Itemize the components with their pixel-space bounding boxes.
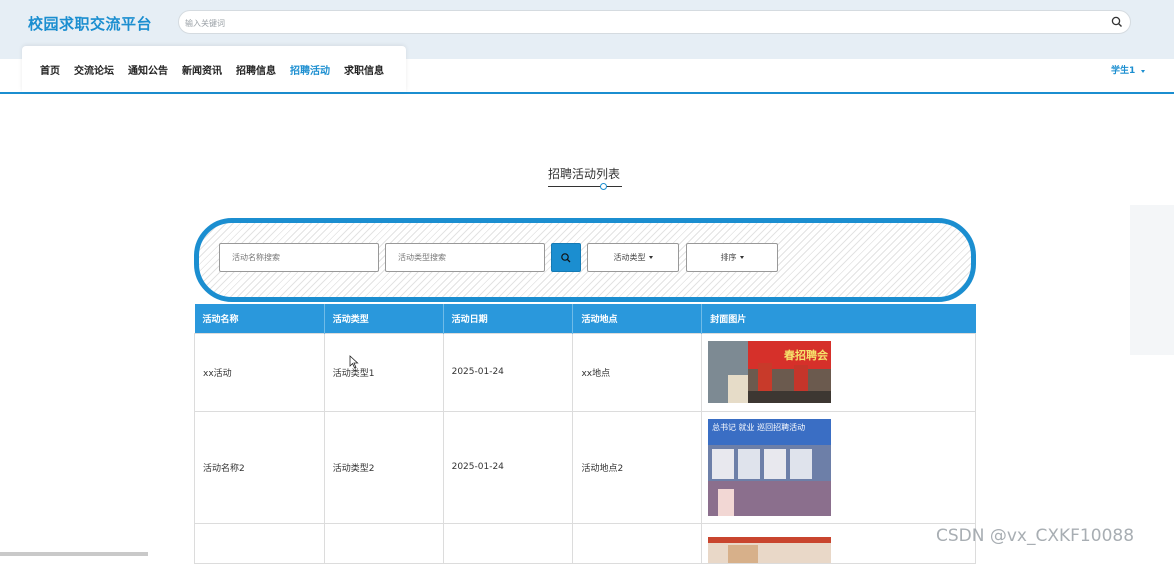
column-header[interactable]: 活动名称 bbox=[194, 304, 325, 333]
scroll-area bbox=[1130, 205, 1174, 355]
main-nav: 首页 交流论坛 通知公告 新闻资讯 招聘信息 招聘活动 求职信息 bbox=[22, 46, 406, 92]
sort-dropdown[interactable]: 排序 bbox=[686, 243, 778, 272]
column-header[interactable]: 活动类型 bbox=[324, 304, 444, 333]
column-header[interactable]: 活动地点 bbox=[572, 304, 703, 333]
nav-item-notices[interactable]: 通知公告 bbox=[128, 62, 168, 77]
title-underline bbox=[548, 186, 622, 187]
table-row[interactable] bbox=[194, 522, 976, 564]
cell-activity-place bbox=[572, 522, 703, 564]
nav-item-home[interactable]: 首页 bbox=[40, 62, 60, 77]
chevron-down-icon bbox=[1141, 70, 1146, 73]
site-title[interactable]: 校园求职交流平台 bbox=[28, 13, 152, 34]
global-search-input[interactable] bbox=[185, 12, 1085, 35]
cell-activity-name[interactable] bbox=[194, 522, 325, 564]
cell-activity-name[interactable]: xx活动 bbox=[194, 332, 325, 412]
table-header-row: 活动名称 活动类型 活动日期 活动地点 封面图片 bbox=[194, 304, 976, 333]
cover-image-campus-recruitment[interactable]: 总书记 就业 巡回招聘活动 bbox=[708, 418, 832, 516]
cover-image-text: 春招聘会 bbox=[784, 348, 829, 362]
nav-item-jobs[interactable]: 招聘信息 bbox=[236, 62, 276, 77]
activity-type-search-input[interactable] bbox=[385, 243, 545, 272]
page-title: 招聘活动列表 bbox=[548, 167, 621, 181]
nav-divider bbox=[0, 92, 1174, 94]
search-icon bbox=[561, 252, 571, 262]
column-header[interactable]: 活动日期 bbox=[443, 304, 574, 333]
table-row[interactable]: xx活动 活动类型1 2025-01-24 xx地点 春招聘会 bbox=[194, 332, 976, 412]
cell-activity-name[interactable]: 活动名称2 bbox=[194, 410, 325, 524]
nav-item-forum[interactable]: 交流论坛 bbox=[74, 62, 114, 77]
cell-activity-type bbox=[323, 522, 444, 564]
cell-cover-image: 总书记 就业 巡回招聘活动 bbox=[701, 410, 976, 524]
activity-type-dropdown[interactable]: 活动类型 bbox=[587, 243, 679, 272]
cell-activity-type: 活动类型2 bbox=[323, 410, 444, 524]
horizontal-scrollbar[interactable] bbox=[0, 552, 148, 556]
filter-search-button[interactable] bbox=[551, 243, 581, 272]
cell-activity-place: 活动地点2 bbox=[572, 410, 703, 524]
column-header[interactable]: 封面图片 bbox=[701, 304, 976, 333]
user-name: 学生1 bbox=[1111, 66, 1136, 76]
cover-image-partial[interactable] bbox=[708, 536, 832, 563]
title-dot bbox=[600, 183, 607, 190]
user-menu[interactable]: 学生1 bbox=[1111, 63, 1146, 76]
activity-table: 活动名称 活动类型 活动日期 活动地点 封面图片 xx活动 活动类型1 2025… bbox=[194, 304, 976, 564]
global-search bbox=[178, 10, 1131, 35]
cell-activity-date: 2025-01-24 bbox=[442, 332, 574, 412]
cell-cover-image: 春招聘会 bbox=[701, 332, 976, 412]
sort-dropdown-label: 排序 bbox=[720, 253, 737, 262]
activity-type-dropdown-label: 活动类型 bbox=[613, 253, 646, 262]
table-row[interactable]: 活动名称2 活动类型2 2025-01-24 活动地点2 总书记 就业 巡回招聘… bbox=[194, 410, 976, 524]
cell-activity-date: 2025-01-24 bbox=[442, 410, 574, 524]
activity-name-search-input[interactable] bbox=[219, 243, 379, 272]
cell-cover-image bbox=[701, 522, 976, 564]
watermark: CSDN @vx_CXKF10088 bbox=[936, 526, 1135, 546]
nav-item-job-seeking[interactable]: 求职信息 bbox=[344, 62, 384, 77]
mouse-cursor-icon bbox=[349, 355, 359, 369]
cover-image-job-fair[interactable]: 春招聘会 bbox=[708, 341, 832, 403]
caret-down-icon bbox=[648, 256, 653, 259]
cell-activity-place: xx地点 bbox=[572, 332, 703, 412]
caret-down-icon bbox=[739, 256, 744, 259]
cell-activity-type: 活动类型1 bbox=[323, 332, 444, 412]
cell-activity-date bbox=[442, 522, 574, 564]
nav-item-news[interactable]: 新闻资讯 bbox=[182, 62, 222, 77]
search-icon[interactable] bbox=[1110, 15, 1124, 29]
cover-image-text: 总书记 就业 巡回招聘活动 bbox=[712, 422, 805, 432]
nav-item-recruit-events[interactable]: 招聘活动 bbox=[290, 62, 330, 77]
